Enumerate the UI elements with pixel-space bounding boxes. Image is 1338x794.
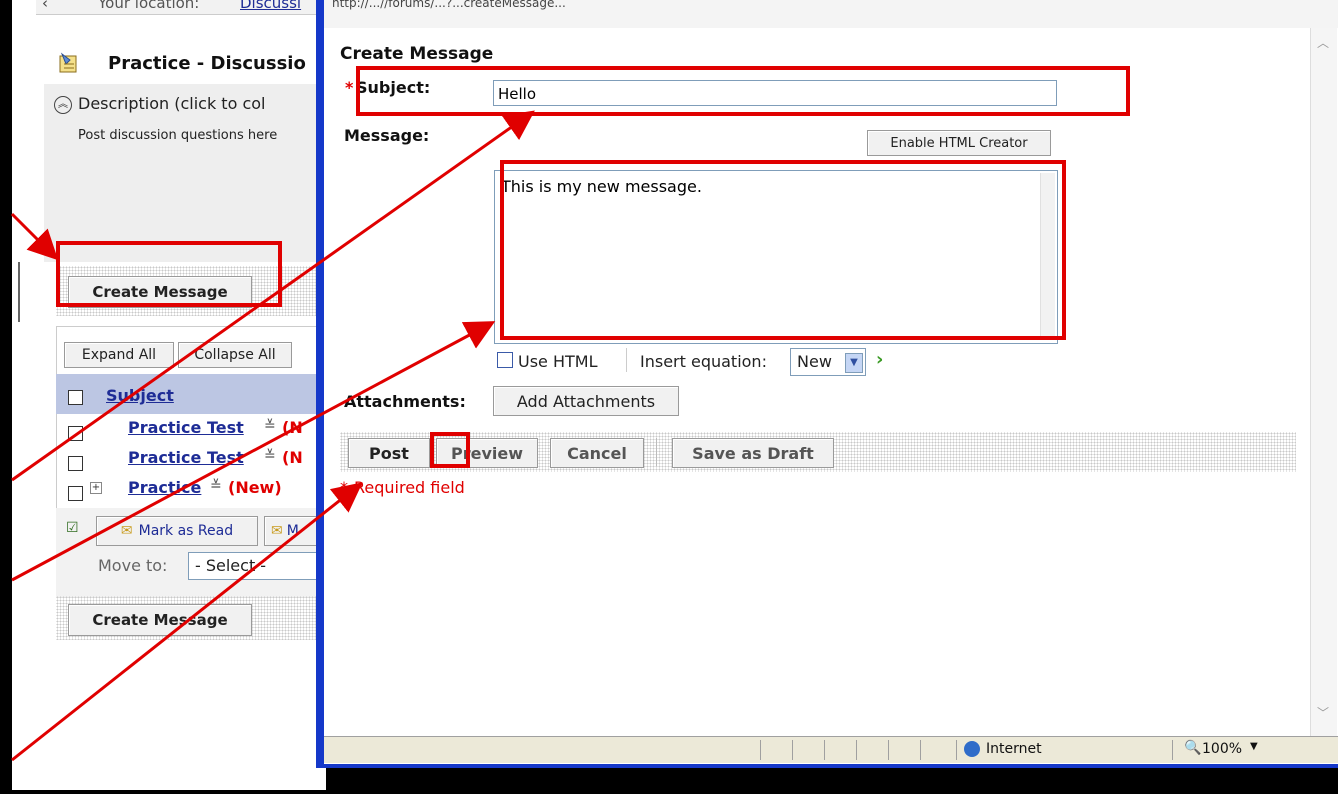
location-bar: ‹ Your location: Discussi [36,0,326,15]
popup-address-bar: http://...//forums/...?...createMessage.… [324,0,1338,28]
splitter-handle[interactable] [18,262,24,322]
description-toggle[interactable]: Description (click to col [78,94,265,113]
move-to-label: Move to: [98,556,168,575]
divider [626,348,627,372]
annotation-box-create-message [56,241,282,307]
zoom-dropdown-icon[interactable]: ▼ [1250,741,1258,752]
cancel-button[interactable]: Cancel [550,438,644,468]
mark-unread-label: M [286,523,299,539]
create-message-form [324,28,1338,764]
table-header: Subject [56,374,326,414]
back-icon[interactable]: ‹ [42,0,48,12]
status-separator [824,740,825,760]
equation-select-value: New [797,352,832,371]
message-label: Message: [344,126,430,145]
thread-link[interactable]: Practice [128,478,201,497]
new-badge: (N [282,418,303,437]
row-checkbox[interactable] [68,426,83,441]
divider [656,438,657,466]
required-star: * [345,78,354,97]
select-all-checkbox[interactable] [68,390,83,405]
chevron-down-icon[interactable]: ▼ [845,353,863,373]
subject-column-header[interactable]: Subject [106,386,174,405]
row-checkbox[interactable] [68,456,83,471]
table-row: Practice Test ≚ (N [56,448,326,474]
security-zone: Internet [986,741,1042,757]
required-note: Required field [354,478,465,497]
status-separator [792,740,793,760]
popup-status-bar: Internet 🔍 100% ▼ [324,736,1338,763]
use-html-label: Use HTML [518,352,598,371]
location-label: Your location: [98,0,200,12]
globe-icon [964,741,980,757]
go-arrow-icon[interactable]: › [876,350,896,370]
table-row: + Practice ≚ (New) [56,478,326,504]
thread-detail-icon: ≚ [264,448,276,464]
expand-thread-icon[interactable]: + [90,482,102,494]
checkall-icon: ☑ [66,520,79,536]
new-badge: (New) [228,478,282,497]
move-to-select[interactable]: - Select - [188,552,326,580]
discussion-page: ‹ Your location: Discussi Practice - Dis… [36,0,326,790]
scroll-up-icon[interactable]: ︿ [1317,34,1329,51]
annotation-box-post [430,432,470,468]
forum-icon [56,50,82,76]
scroll-down-icon[interactable]: ﹀ [1317,704,1329,721]
status-separator [888,740,889,760]
status-separator [760,740,761,760]
location-link[interactable]: Discussi [240,0,301,12]
create-message-button-bottom[interactable]: Create Message [68,604,252,636]
popup-url: http://...//forums/...?...createMessage.… [332,0,566,10]
zoom-level[interactable]: 100% [1202,741,1242,757]
envelope-icon: ✉ [271,523,283,539]
status-separator [956,740,957,760]
page-title: Practice - Discussio [108,53,306,74]
form-heading: Create Message [340,44,494,64]
annotation-box-subject [356,66,1130,116]
required-note-star: * [340,478,348,497]
collapse-icon[interactable]: ︽ [54,96,72,114]
thread-detail-icon: ≚ [210,478,222,494]
use-html-checkbox[interactable] [497,352,513,368]
thread-detail-icon: ≚ [264,418,276,434]
mark-as-read-label: Mark as Read [138,523,234,539]
collapse-all-button[interactable]: Collapse All [178,342,292,368]
insert-equation-label: Insert equation: [640,352,767,371]
equation-select[interactable]: New ▼ [790,348,866,376]
expand-all-button[interactable]: Expand All [64,342,174,368]
zoom-icon[interactable]: 🔍 [1184,740,1201,756]
status-separator [1172,740,1173,760]
post-button[interactable]: Post [348,438,430,468]
enable-html-creator-button[interactable]: Enable HTML Creator [867,130,1051,156]
left-gutter [12,0,37,790]
mark-as-read-button[interactable]: ✉ Mark as Read [96,516,258,546]
envelope-open-icon: ✉ [120,523,133,539]
annotation-box-message [500,160,1066,340]
status-separator [920,740,921,760]
attachments-label: Attachments: [344,392,466,411]
description-text: Post discussion questions here [78,128,278,143]
save-as-draft-button[interactable]: Save as Draft [672,438,834,468]
table-row: Practice Test ≚ (N [56,418,326,444]
new-badge: (N [282,448,303,467]
add-attachments-button[interactable]: Add Attachments [493,386,679,416]
thread-link[interactable]: Practice Test [128,418,244,437]
thread-link[interactable]: Practice Test [128,448,244,467]
description-panel: ︽ Description (click to col Post discuss… [44,84,326,262]
row-checkbox[interactable] [68,486,83,501]
popup-scrollbar[interactable]: ︿ ﹀ [1310,28,1337,736]
status-separator [856,740,857,760]
bulk-actions-bar: ☑ ✉ Mark as Read ✉ M Move to: - Select - [56,508,326,598]
